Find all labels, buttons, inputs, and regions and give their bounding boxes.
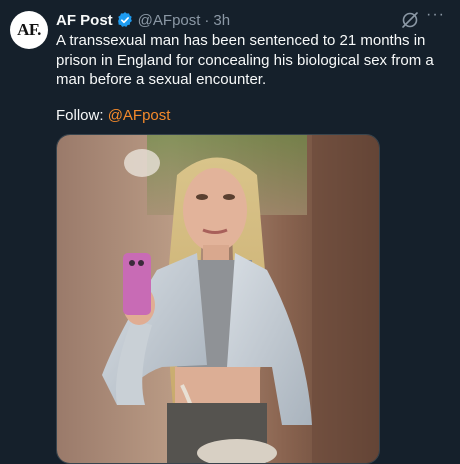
photo-image xyxy=(57,135,379,463)
tweet-header: AF Post @AFpost · 3h xyxy=(56,10,230,30)
avatar[interactable]: AF. xyxy=(10,11,48,49)
tweet-text: A transsexual man has been sentenced to … xyxy=(56,32,434,88)
handle[interactable]: @AFpost xyxy=(138,12,201,29)
follow-line: Follow: @AFpost xyxy=(56,106,170,126)
follow-label: Follow: xyxy=(56,107,104,124)
grok-icon[interactable] xyxy=(400,10,420,30)
verified-badge-icon xyxy=(116,11,134,29)
display-name[interactable]: AF Post xyxy=(56,12,113,29)
separator-dot: · xyxy=(204,11,210,29)
tweet[interactable]: AF. AF Post @AFpost · 3h ··· A transsexu… xyxy=(0,0,460,464)
mention-link[interactable]: @AFpost xyxy=(108,107,171,124)
more-options-icon[interactable]: ··· xyxy=(426,7,444,26)
tweet-photo[interactable] xyxy=(56,134,380,464)
timestamp[interactable]: 3h xyxy=(213,12,230,29)
